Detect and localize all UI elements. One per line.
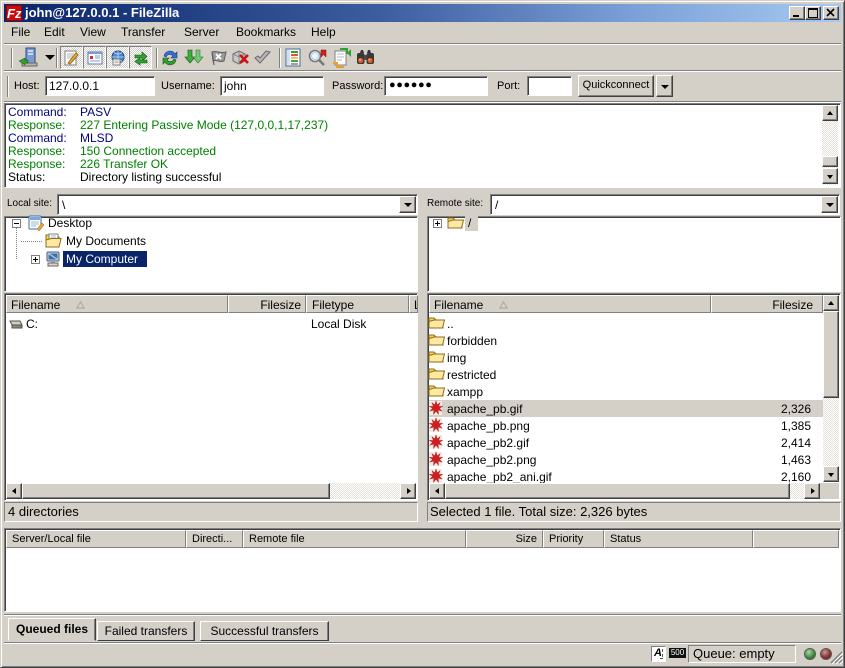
svg-text:Fz: Fz [7, 6, 22, 21]
